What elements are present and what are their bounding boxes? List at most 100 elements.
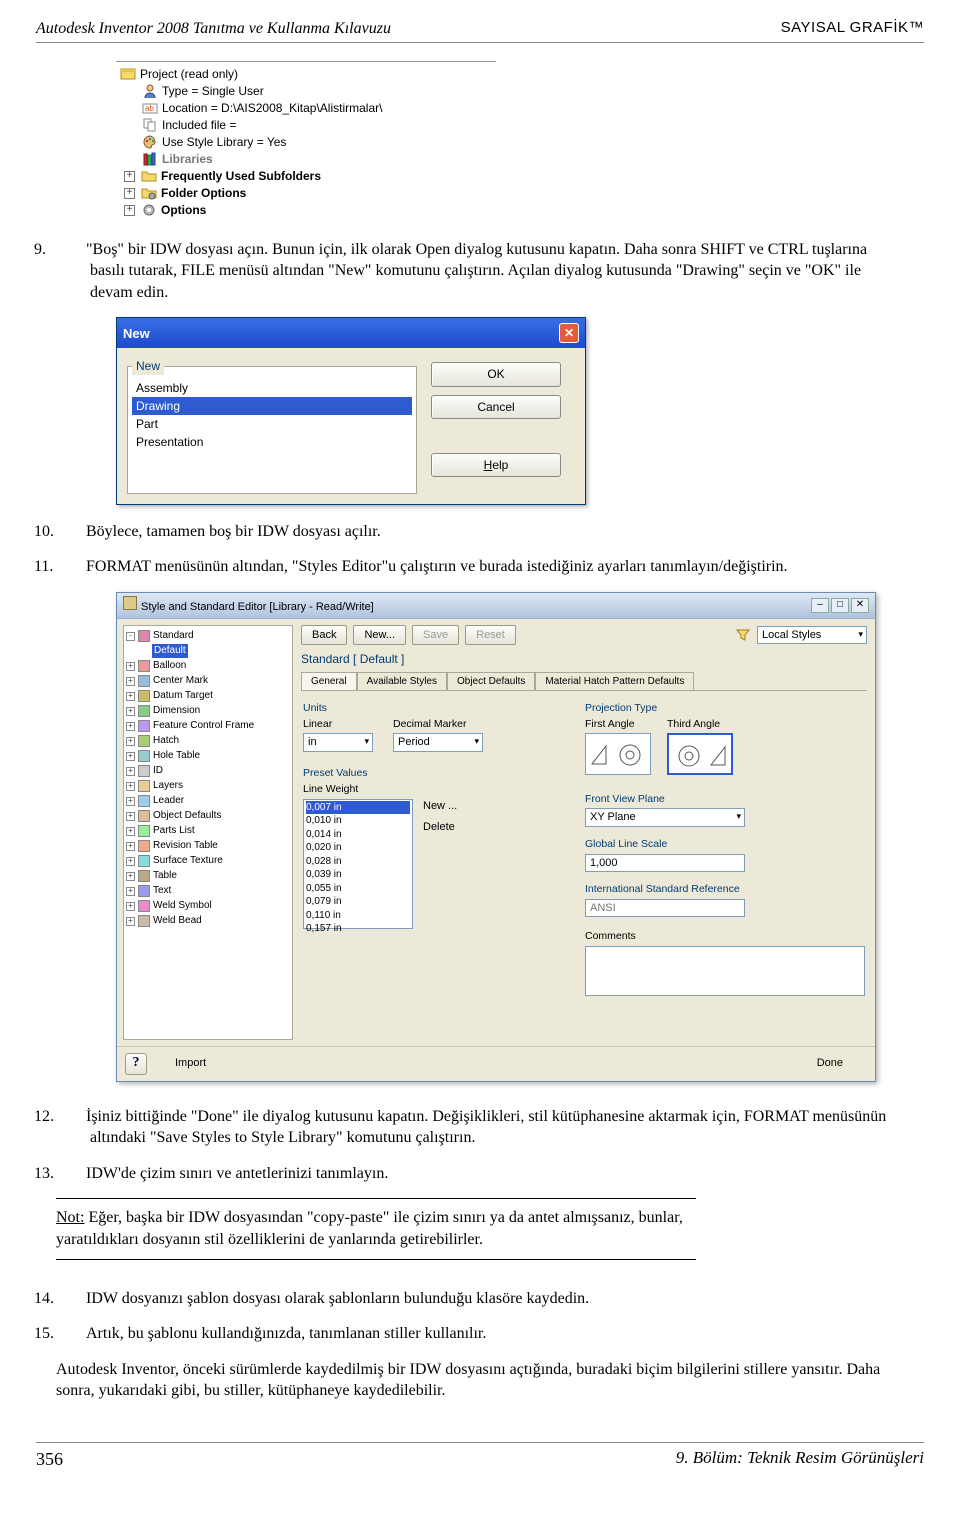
tree-item[interactable]: Default (126, 644, 290, 659)
tree-item[interactable]: +Hole Table (126, 749, 290, 764)
tree-item[interactable]: +Revision Table (126, 839, 290, 854)
decimal-marker-combo[interactable]: Period (393, 733, 483, 752)
expand-icon[interactable]: + (126, 722, 135, 731)
expand-icon[interactable]: + (126, 827, 135, 836)
preset-delete-button[interactable]: Delete (423, 820, 493, 835)
expand-icon[interactable]: + (126, 917, 135, 926)
back-button[interactable]: Back (301, 625, 347, 646)
close-icon[interactable]: ✕ (851, 598, 869, 613)
reset-button[interactable]: Reset (465, 625, 516, 646)
tree-item-label: ID (153, 764, 163, 778)
new-style-button[interactable]: New... (353, 625, 406, 646)
minimize-icon[interactable]: – (811, 598, 829, 613)
maximize-icon[interactable]: □ (831, 598, 849, 613)
line-weight-label: Line Weight (303, 782, 563, 796)
list-item[interactable]: Assembly (132, 379, 412, 397)
expand-folderoptions-button[interactable]: + (124, 188, 135, 199)
expand-icon[interactable]: + (126, 797, 135, 806)
list-item[interactable]: 0,110 in (306, 909, 410, 923)
note-block: Not: Eğer, başka bir IDW dosyasından "co… (56, 1198, 696, 1259)
tree-item[interactable]: +Weld Bead (126, 914, 290, 929)
style-tree[interactable]: -StandardDefault + Balloon+Center Mark+Dat… (123, 625, 293, 1040)
tab-material-hatch[interactable]: Material Hatch Pattern Defaults (535, 672, 694, 691)
tree-item[interactable]: + Balloon (126, 659, 290, 674)
balloon-icon (138, 660, 150, 672)
cancel-button[interactable]: Cancel (431, 395, 561, 419)
id-icon (138, 765, 150, 777)
collapse-icon[interactable]: - (126, 632, 135, 641)
expand-icon[interactable]: + (126, 887, 135, 896)
list-item[interactable]: 0,028 in (306, 855, 410, 869)
ok-button[interactable]: OK (431, 362, 561, 386)
line-weight-listbox[interactable]: 0,007 in0,010 in0,014 in0,020 in0,028 in… (303, 799, 413, 929)
expand-icon[interactable]: + (126, 812, 135, 821)
help-icon[interactable]: ? (125, 1053, 147, 1075)
expand-icon[interactable]: + (126, 782, 135, 791)
tree-item[interactable]: -Standard (126, 629, 290, 644)
close-icon[interactable]: ✕ (559, 323, 579, 343)
expand-subfolders-button[interactable]: + (124, 171, 135, 182)
tree-item[interactable]: +Table (126, 869, 290, 884)
front-view-plane-combo[interactable]: XY Plane (585, 808, 745, 827)
expand-icon[interactable]: + (126, 737, 135, 746)
list-item[interactable]: Part (132, 415, 412, 433)
expand-icon[interactable]: + (126, 842, 135, 851)
palette-icon (142, 134, 158, 150)
expand-icon[interactable]: + (126, 677, 135, 686)
list-item[interactable]: 0,157 in (306, 922, 410, 936)
expand-icon[interactable]: + (126, 767, 135, 776)
expand-icon[interactable]: + (126, 902, 135, 911)
expand-icon[interactable]: + (126, 707, 135, 716)
list-item[interactable]: Drawing (132, 397, 412, 415)
list-item[interactable]: 0,079 in (306, 895, 410, 909)
tree-item[interactable]: +Feature Control Frame (126, 719, 290, 734)
expand-icon[interactable]: + (126, 752, 135, 761)
import-button[interactable]: Import (155, 1053, 226, 1074)
tree-item[interactable]: +Dimension (126, 704, 290, 719)
tree-item[interactable]: +Center Mark (126, 674, 290, 689)
tab-available-styles[interactable]: Available Styles (357, 672, 447, 691)
list-item[interactable]: 0,007 in (306, 801, 410, 815)
comments-textarea[interactable] (585, 946, 865, 996)
list-item[interactable]: 0,010 in (306, 814, 410, 828)
new-dialog-titlebar[interactable]: New ✕ (117, 318, 585, 348)
expand-icon[interactable]: + (126, 692, 135, 701)
save-button[interactable]: Save (412, 625, 459, 646)
tree-item[interactable]: +Leader (126, 794, 290, 809)
list-item[interactable]: 0,020 in (306, 841, 410, 855)
filter-combo[interactable]: Local Styles (757, 626, 867, 645)
tree-item[interactable]: + ID (126, 764, 290, 779)
tab-general[interactable]: General (301, 672, 357, 691)
header-right: SAYISAL GRAFİK™ (781, 18, 924, 40)
global-line-scale-input[interactable]: 1,000 (585, 854, 745, 873)
list-item[interactable]: 0,055 in (306, 882, 410, 896)
linear-combo[interactable]: in (303, 733, 373, 752)
expand-icon[interactable]: + (126, 872, 135, 881)
tree-item[interactable]: +Object Defaults (126, 809, 290, 824)
tree-item[interactable]: +Datum Target (126, 689, 290, 704)
help-button[interactable]: Help (431, 453, 561, 477)
third-angle-button[interactable] (667, 733, 733, 775)
list-item[interactable]: 0,039 in (306, 868, 410, 882)
preset-new-button[interactable]: New ... (423, 799, 493, 814)
list-item[interactable]: Presentation (132, 433, 412, 451)
expand-options-button[interactable]: + (124, 205, 135, 216)
list-item[interactable]: 0,014 in (306, 828, 410, 842)
first-angle-button[interactable] (585, 733, 651, 775)
text-ab-icon: ab (142, 100, 158, 116)
tree-item-label: Balloon (153, 659, 186, 673)
new-type-listbox[interactable]: Assembly Drawing Part Presentation (132, 379, 412, 489)
done-button[interactable]: Done (793, 1053, 867, 1074)
expand-icon[interactable]: + (126, 662, 135, 671)
tab-object-defaults[interactable]: Object Defaults (447, 672, 535, 691)
tree-item-label: Weld Symbol (153, 899, 212, 913)
tree-item[interactable]: +Text (126, 884, 290, 899)
style-editor-titlebar[interactable]: Style and Standard Editor [Library - Rea… (117, 593, 875, 619)
tree-item[interactable]: +Surface Texture (126, 854, 290, 869)
tree-item[interactable]: + Weld Symbol (126, 899, 290, 914)
tree-item[interactable]: +Layers (126, 779, 290, 794)
tree-item[interactable]: +Parts List (126, 824, 290, 839)
expand-icon[interactable]: + (126, 857, 135, 866)
tree-item[interactable]: +Hatch (126, 734, 290, 749)
filter-icon[interactable] (735, 627, 751, 643)
